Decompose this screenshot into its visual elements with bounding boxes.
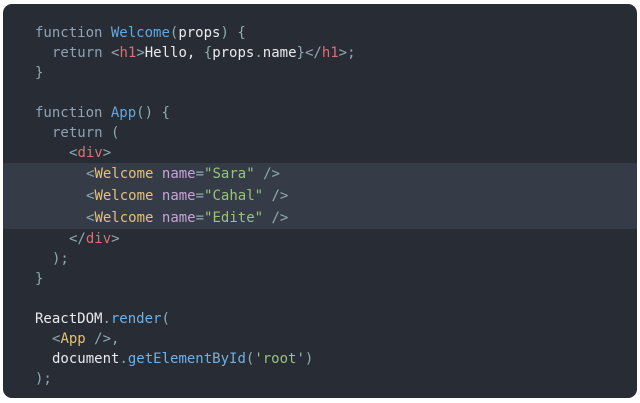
tag-name: div: [77, 145, 103, 161]
equals: =: [195, 188, 205, 204]
equals: =: [195, 210, 205, 226]
code-line-1: function Welcome(props) {: [3, 23, 637, 43]
brace: {: [203, 45, 213, 61]
attribute-name: name: [161, 210, 196, 226]
punctuation: ): [220, 25, 229, 41]
self-close: />: [94, 331, 112, 347]
brace: }: [35, 65, 44, 81]
self-close: />: [263, 166, 280, 182]
attribute-name: name: [161, 166, 196, 182]
paren: ): [304, 351, 314, 367]
angle: >: [136, 45, 145, 61]
string-value: "Edite": [204, 210, 264, 226]
code-line-7: <div>: [3, 143, 637, 163]
semicolon: ;: [347, 45, 356, 61]
keyword: return: [52, 125, 103, 141]
component-name: Welcome: [94, 166, 154, 182]
angle: </: [69, 231, 86, 247]
method-name: render: [110, 311, 162, 327]
brace: }: [35, 271, 44, 287]
keyword: function: [35, 105, 103, 121]
code-line-9-highlighted: <Welcome name="Cahal" />: [3, 185, 637, 207]
identifier: document: [52, 351, 120, 367]
brace: {: [161, 105, 170, 121]
code-line-12: );: [3, 249, 637, 269]
self-close: />: [271, 188, 289, 204]
punctuation: (): [136, 105, 154, 121]
tag-name: div: [85, 231, 112, 247]
code-block: function Welcome(props) { return <h1>Hel…: [3, 23, 637, 389]
parameter: props: [178, 25, 221, 41]
angle: >: [111, 231, 120, 247]
dot: .: [102, 311, 111, 327]
equals: =: [195, 166, 205, 182]
string-value: 'root': [254, 351, 305, 367]
code-line-2: return <h1>Hello, {props.name}</h1>;: [3, 43, 637, 63]
code-panel: function Welcome(props) { return <h1>Hel…: [3, 4, 637, 398]
code-line-13: }: [3, 269, 637, 289]
paren: (: [111, 125, 120, 141]
angle: >: [338, 45, 348, 61]
identifier: ReactDOM: [35, 311, 103, 327]
keyword: function: [35, 25, 103, 41]
paren: (: [161, 311, 170, 327]
identifier: props: [212, 45, 255, 61]
angle: >: [102, 145, 112, 161]
string-value: "Sara": [204, 166, 255, 182]
jsx-text: Hello,: [144, 45, 204, 61]
string-value: "Cahal": [204, 188, 264, 204]
code-line-5: function App() {: [3, 103, 637, 123]
paren-semicolon: );: [35, 371, 52, 387]
code-line-6: return (: [3, 123, 637, 143]
brace: }: [296, 45, 305, 61]
angle: </: [304, 45, 322, 61]
code-line-8-highlighted: <Welcome name="Sara" />: [3, 163, 637, 185]
code-line-3: }: [3, 63, 637, 83]
code-line-16: <App />,: [3, 329, 637, 349]
function-name: Welcome: [110, 25, 170, 41]
dot: .: [119, 351, 128, 367]
code-line-11: </div>: [3, 229, 637, 249]
keyword: return: [52, 45, 103, 61]
property: name: [262, 45, 297, 61]
dot: .: [254, 45, 263, 61]
code-line-15: ReactDOM.render(: [3, 309, 637, 329]
component-name: Welcome: [94, 188, 154, 204]
code-line-18: );: [3, 369, 637, 389]
code-line-10-highlighted: <Welcome name="Edite" />: [3, 207, 637, 229]
component-name: Welcome: [94, 210, 154, 226]
code-line-17: document.getElementById('root'): [3, 349, 637, 369]
attribute-name: name: [161, 188, 196, 204]
component-name: App: [60, 331, 86, 347]
self-close: />: [271, 210, 289, 226]
tag-name: h1: [119, 45, 137, 61]
tag-name: h1: [321, 45, 339, 61]
method-name: getElementById: [127, 351, 246, 367]
paren-semicolon: );: [52, 251, 69, 267]
brace: {: [237, 25, 246, 41]
comma: ,: [111, 331, 120, 347]
function-name: App: [110, 105, 137, 121]
